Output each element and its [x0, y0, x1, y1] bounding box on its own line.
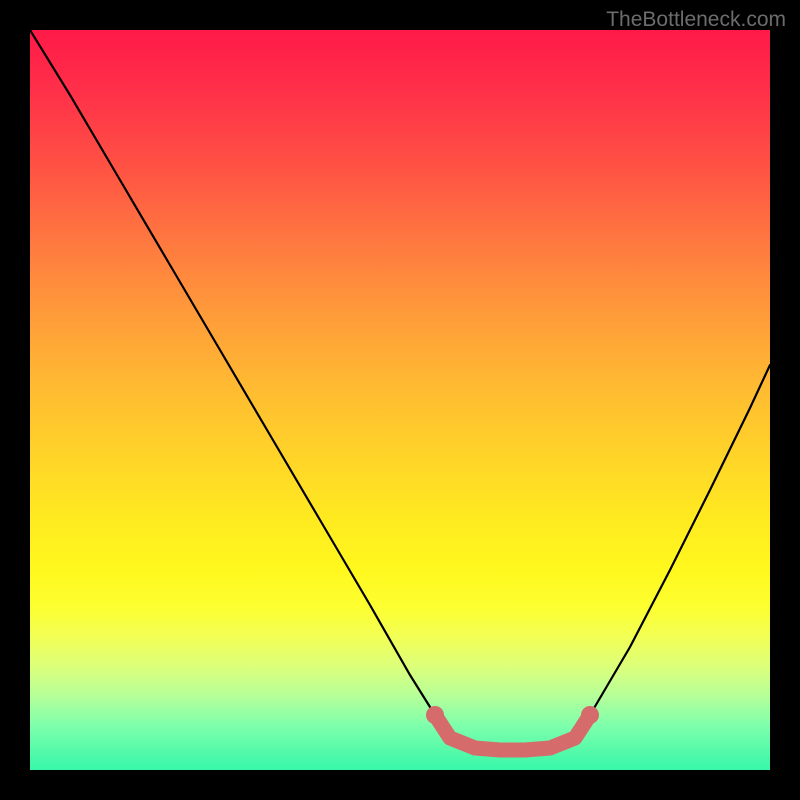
curve-left: [30, 30, 435, 715]
optimal-zone-curve: [435, 715, 590, 750]
curve-right: [590, 365, 770, 715]
chart-plot-area: [30, 30, 770, 770]
watermark-text: TheBottleneck.com: [606, 8, 786, 32]
chart-svg: [30, 30, 770, 770]
optimal-zone-endpoint-left: [426, 706, 444, 724]
optimal-zone-endpoint-right: [581, 706, 599, 724]
